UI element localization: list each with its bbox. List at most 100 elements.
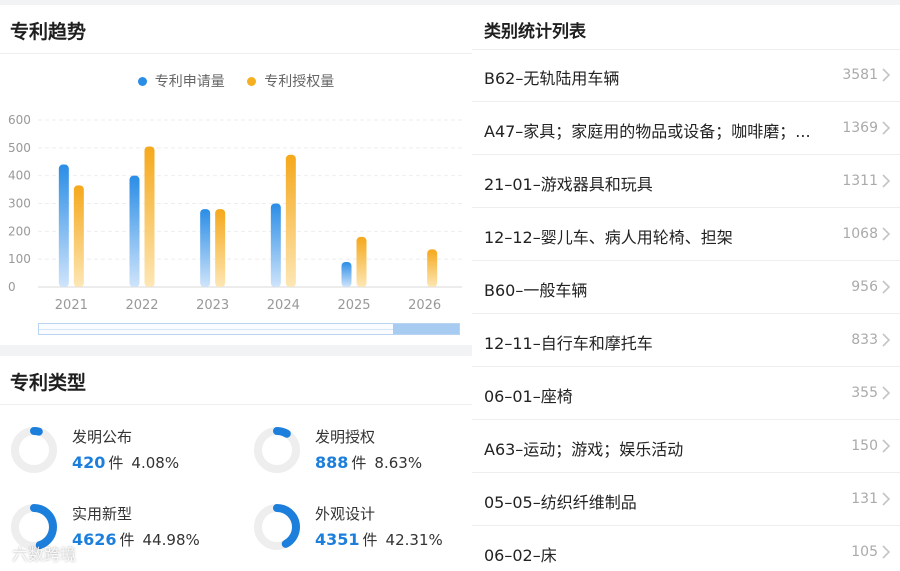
bar-grants[interactable] bbox=[427, 249, 438, 287]
category-row[interactable]: 06–01–座椅 355 bbox=[472, 368, 900, 420]
category-row[interactable]: B62–无轨陆用车辆 3581 bbox=[472, 50, 900, 102]
donut-progress-icon bbox=[11, 427, 57, 473]
zoom-window-handle[interactable] bbox=[393, 324, 459, 334]
type-count: 4626 bbox=[72, 530, 117, 549]
type-name: 实用新型 bbox=[72, 505, 133, 523]
category-label: A47–家具；家庭用的物品或设备；咖啡磨；... bbox=[484, 122, 811, 141]
type-unit: 件 bbox=[119, 531, 135, 549]
y-tick-label: 300 bbox=[8, 197, 31, 211]
category-count: 1311 bbox=[842, 173, 878, 189]
type-stats: 888 件 8.63% bbox=[315, 452, 422, 473]
donut-progress-icon bbox=[254, 504, 300, 550]
category-count: 131 bbox=[851, 491, 878, 507]
category-label: 06–01–座椅 bbox=[484, 387, 573, 406]
chevron-right-icon bbox=[882, 280, 891, 294]
type-percent: 8.63% bbox=[374, 454, 423, 472]
type-unit: 件 bbox=[108, 454, 124, 472]
category-row[interactable]: 21–01–游戏器具和玩具 1311 bbox=[472, 156, 900, 208]
type-stats: 4351 件 42.31% bbox=[315, 529, 443, 550]
bar-applications[interactable] bbox=[200, 209, 211, 287]
type-stats: 420 件 4.08% bbox=[72, 452, 179, 473]
chevron-right-icon bbox=[882, 492, 891, 506]
chevron-right-icon bbox=[882, 333, 891, 347]
category-count: 1369 bbox=[842, 120, 878, 136]
bar-grants[interactable] bbox=[73, 185, 84, 287]
bar-applications[interactable] bbox=[270, 203, 281, 288]
type-count: 4351 bbox=[315, 530, 360, 549]
category-list-card: 类别统计列表 B62–无轨陆用车辆 3581 A47–家具；家庭用的物品或设备；咖啡… bbox=[472, 5, 900, 571]
chevron-right-icon bbox=[882, 439, 891, 453]
category-label: B62–无轨陆用车辆 bbox=[484, 69, 620, 88]
bar-grants[interactable] bbox=[285, 154, 296, 287]
y-tick-label: 200 bbox=[8, 224, 31, 238]
type-percent: 44.98% bbox=[142, 531, 200, 549]
x-tick-label: 2025 bbox=[337, 298, 370, 313]
category-count: 355 bbox=[851, 385, 878, 401]
bar-grants[interactable] bbox=[144, 146, 155, 287]
category-label: 12–12–婴儿车、病人用轮椅、担架 bbox=[484, 228, 733, 247]
data-zoom-slider[interactable] bbox=[38, 323, 460, 335]
chevron-right-icon bbox=[882, 68, 891, 82]
category-row[interactable]: 12–11–自行车和摩托车 833 bbox=[472, 315, 900, 367]
category-label: 06–02–床 bbox=[484, 546, 557, 565]
y-tick-label: 0 bbox=[8, 280, 16, 294]
x-tick-label: 2021 bbox=[55, 298, 88, 313]
category-row[interactable]: 12–12–婴儿车、病人用轮椅、担架 1068 bbox=[472, 209, 900, 261]
type-unit: 件 bbox=[362, 531, 378, 549]
app-root: 专利趋势 专利申请量 专利授权量 0 100 200 300 400 500 600 2021… bbox=[0, 0, 900, 571]
x-tick-label: 2024 bbox=[267, 298, 300, 313]
divider bbox=[0, 404, 472, 405]
bar-grants[interactable] bbox=[215, 209, 226, 287]
category-label: B60–一般车辆 bbox=[484, 281, 588, 300]
category-label: 12–11–自行车和摩托车 bbox=[484, 334, 653, 353]
list-title: 类别统计列表 bbox=[484, 22, 586, 42]
bar-applications[interactable] bbox=[129, 175, 140, 287]
bar-applications[interactable] bbox=[341, 261, 352, 287]
category-count: 105 bbox=[851, 544, 878, 560]
category-count: 956 bbox=[851, 279, 878, 295]
bar-grants[interactable] bbox=[356, 236, 367, 287]
bar-applications[interactable] bbox=[58, 164, 69, 287]
category-count: 150 bbox=[851, 438, 878, 454]
category-count: 833 bbox=[851, 332, 878, 348]
x-tick-label: 2026 bbox=[408, 298, 441, 313]
chevron-right-icon bbox=[882, 174, 891, 188]
category-label: 21–01–游戏器具和玩具 bbox=[484, 175, 653, 194]
donut-track bbox=[254, 427, 300, 473]
category-label: A63–运动；游戏；娱乐活动 bbox=[484, 440, 684, 459]
category-row[interactable]: 06–02–床 105 bbox=[472, 527, 900, 571]
patent-type-card: 专利类型 发明公布 420 件 4.08% 发明授权 888 件 8.63% 实用新型 … bbox=[0, 356, 472, 571]
category-row[interactable]: A47–家具；家庭用的物品或设备；咖啡磨；... 1369 bbox=[472, 103, 900, 155]
type-name: 发明公布 bbox=[72, 428, 133, 446]
types-title: 专利类型 bbox=[10, 372, 87, 394]
donut-progress-icon bbox=[254, 427, 300, 473]
category-row[interactable]: B60–一般车辆 956 bbox=[472, 262, 900, 314]
chevron-right-icon bbox=[882, 545, 891, 559]
y-tick-label: 100 bbox=[8, 252, 31, 266]
type-percent: 4.08% bbox=[131, 454, 180, 472]
y-tick-label: 600 bbox=[8, 113, 31, 127]
trend-bar-chart: 0 100 200 300 400 500 600 2021 2022 2023 2024 2025 2… bbox=[8, 113, 462, 313]
zoom-preview-line bbox=[39, 329, 393, 330]
category-count: 1068 bbox=[842, 226, 878, 242]
category-row[interactable]: A63–运动；游戏；娱乐活动 150 bbox=[472, 421, 900, 473]
type-count: 888 bbox=[315, 453, 349, 472]
y-tick-label: 500 bbox=[8, 141, 31, 155]
y-tick-label: 400 bbox=[8, 169, 31, 183]
donut-track bbox=[11, 427, 57, 473]
x-tick-label: 2023 bbox=[196, 298, 229, 313]
watermark: 六数跨境 bbox=[12, 545, 77, 564]
chevron-right-icon bbox=[882, 386, 891, 400]
type-item-invention-grant[interactable]: 发明授权 888 件 8.63% bbox=[243, 426, 473, 488]
type-count: 420 bbox=[72, 453, 106, 472]
category-row[interactable]: 05–05–纺织纤维制品 131 bbox=[472, 474, 900, 526]
type-stats: 4626 件 44.98% bbox=[72, 529, 200, 550]
type-name: 外观设计 bbox=[315, 505, 376, 523]
chevron-right-icon bbox=[882, 227, 891, 241]
x-tick-label: 2022 bbox=[125, 298, 158, 313]
chevron-right-icon bbox=[882, 121, 891, 135]
category-label: 05–05–纺织纤维制品 bbox=[484, 493, 637, 512]
type-name: 发明授权 bbox=[315, 428, 376, 446]
type-item-invention-publication[interactable]: 发明公布 420 件 4.08% bbox=[0, 426, 230, 488]
type-item-design[interactable]: 外观设计 4351 件 42.31% bbox=[243, 503, 473, 565]
